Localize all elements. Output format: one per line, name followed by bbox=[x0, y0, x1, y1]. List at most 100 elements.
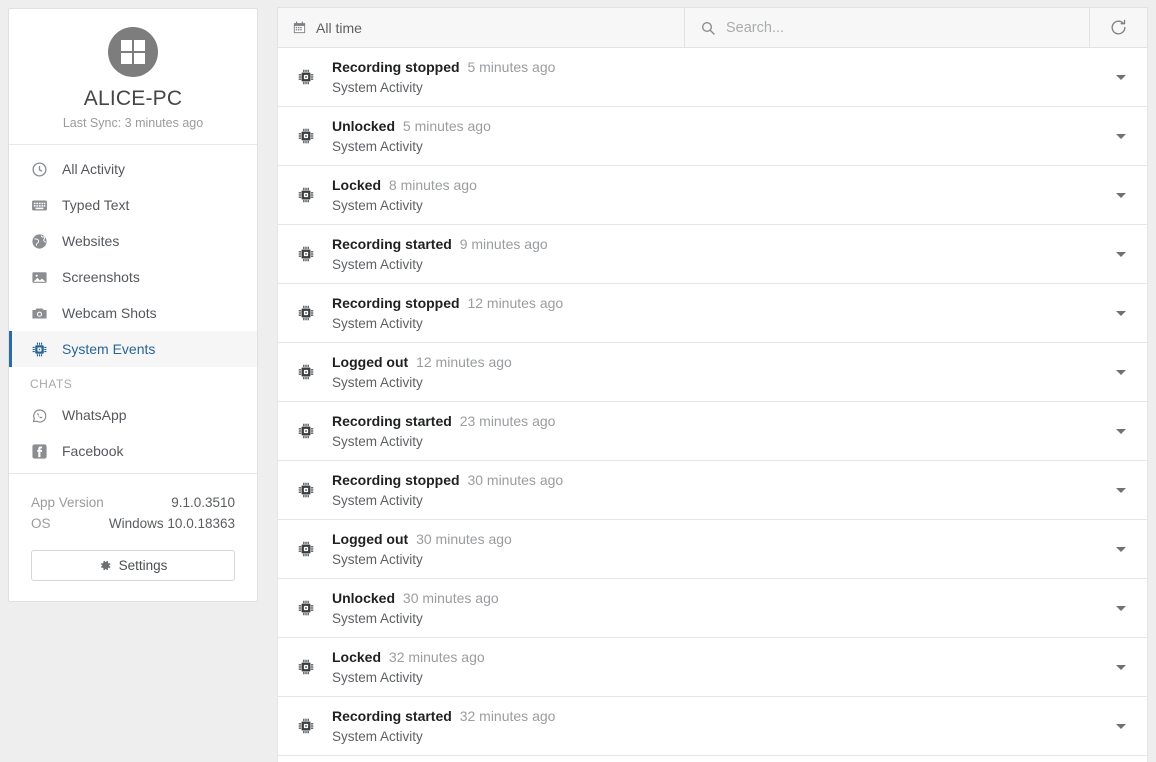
event-title: Recording started bbox=[332, 412, 452, 429]
event-time: 30 minutes ago bbox=[412, 530, 512, 547]
chevron-down-icon[interactable] bbox=[1111, 723, 1131, 729]
table-row[interactable] bbox=[277, 756, 1148, 762]
event-category: System Activity bbox=[332, 610, 423, 626]
event-headline: Recording started 32 minutes ago bbox=[332, 708, 555, 724]
refresh-button[interactable] bbox=[1090, 8, 1147, 47]
sidebar-item-typed-text[interactable]: Typed Text bbox=[9, 187, 257, 223]
sidebar-item-facebook[interactable]: Facebook bbox=[9, 433, 257, 469]
event-headline: Recording stopped 30 minutes ago bbox=[332, 472, 563, 488]
calendar-icon bbox=[292, 20, 307, 35]
event-time: 30 minutes ago bbox=[463, 471, 564, 488]
app-window: ALICE-PC Last Sync: 3 minutes ago All Ac… bbox=[0, 0, 1156, 762]
search-input[interactable] bbox=[726, 19, 1089, 36]
event-title: Recording stopped bbox=[332, 471, 460, 488]
date-filter-label: All time bbox=[316, 19, 362, 36]
event-title: Recording stopped bbox=[332, 58, 460, 75]
sidebar-item-all-activity[interactable]: All Activity bbox=[9, 151, 257, 187]
event-time: 5 minutes ago bbox=[399, 117, 491, 134]
search-container bbox=[685, 8, 1090, 47]
sidebar-item-label: Typed Text bbox=[62, 197, 130, 214]
event-time: 9 minutes ago bbox=[455, 235, 548, 252]
sidebar-item-system-events[interactable]: System Events bbox=[9, 331, 257, 368]
facebook-icon bbox=[30, 442, 48, 460]
sidebar-item-label: WhatsApp bbox=[62, 407, 127, 424]
event-list: Recording stopped 5 minutes ago System A… bbox=[277, 48, 1148, 762]
cpu-chip-icon bbox=[296, 245, 316, 263]
chevron-down-icon[interactable] bbox=[1111, 74, 1131, 80]
chevron-down-icon[interactable] bbox=[1111, 664, 1131, 670]
sidebar-item-whatsapp[interactable]: WhatsApp bbox=[9, 397, 257, 433]
event-category: System Activity bbox=[332, 728, 423, 744]
table-row[interactable]: Unlocked 5 minutes ago System Activity bbox=[277, 107, 1148, 166]
event-time: 12 minutes ago bbox=[412, 353, 512, 370]
chevron-down-icon[interactable] bbox=[1111, 251, 1131, 257]
cpu-chip-icon bbox=[296, 540, 316, 558]
table-row[interactable]: Recording stopped 5 minutes ago System A… bbox=[277, 48, 1148, 107]
event-category: System Activity bbox=[332, 138, 423, 154]
event-time: 5 minutes ago bbox=[463, 58, 556, 75]
table-row[interactable]: Unlocked 30 minutes ago System Activity bbox=[277, 579, 1148, 638]
device-name: ALICE-PC bbox=[83, 87, 183, 110]
date-filter-button[interactable]: All time bbox=[278, 8, 685, 47]
event-body: Recording stopped 30 minutes ago System … bbox=[332, 471, 1111, 510]
sidebar: ALICE-PC Last Sync: 3 minutes ago All Ac… bbox=[8, 8, 258, 603]
chevron-down-icon[interactable] bbox=[1111, 605, 1131, 611]
chevron-down-icon[interactable] bbox=[1111, 487, 1131, 493]
table-row[interactable]: Recording stopped 12 minutes ago System … bbox=[277, 284, 1148, 343]
gear-icon bbox=[99, 559, 112, 572]
event-headline: Logged out 12 minutes ago bbox=[332, 354, 512, 370]
cpu-chip-icon bbox=[30, 340, 48, 358]
event-category: System Activity bbox=[332, 492, 423, 508]
settings-button[interactable]: Settings bbox=[31, 550, 235, 582]
settings-button-label: Settings bbox=[118, 558, 168, 574]
event-body: Recording started 32 minutes ago System … bbox=[332, 707, 1111, 746]
table-row[interactable]: Locked 8 minutes ago System Activity bbox=[277, 166, 1148, 225]
sidebar-item-label: All Activity bbox=[62, 161, 126, 178]
event-category: System Activity bbox=[332, 669, 423, 685]
clock-icon bbox=[30, 160, 48, 178]
table-row[interactable]: Recording started 23 minutes ago System … bbox=[277, 402, 1148, 461]
event-title: Locked bbox=[332, 176, 382, 193]
event-time: 12 minutes ago bbox=[463, 294, 564, 311]
chevron-down-icon[interactable] bbox=[1111, 369, 1131, 375]
event-body: Recording stopped 12 minutes ago System … bbox=[332, 294, 1111, 333]
chevron-down-icon[interactable] bbox=[1111, 310, 1131, 316]
event-headline: Recording started 9 minutes ago bbox=[332, 236, 548, 252]
table-row[interactable]: Locked 32 minutes ago System Activity bbox=[277, 638, 1148, 697]
event-headline: Unlocked 5 minutes ago bbox=[332, 118, 491, 134]
event-body: Recording started 23 minutes ago System … bbox=[332, 412, 1111, 451]
sidebar-item-label: Websites bbox=[62, 233, 120, 250]
sidebar-item-webcam-shots[interactable]: Webcam Shots bbox=[9, 295, 257, 331]
sidebar-item-label: System Events bbox=[62, 341, 156, 358]
event-category: System Activity bbox=[332, 551, 423, 567]
info-value: Windows 10.0.18363 bbox=[108, 516, 235, 532]
camera-icon bbox=[30, 304, 48, 322]
table-row[interactable]: Recording stopped 30 minutes ago System … bbox=[277, 461, 1148, 520]
event-time: 23 minutes ago bbox=[455, 412, 556, 429]
chevron-down-icon[interactable] bbox=[1111, 192, 1131, 198]
table-row[interactable]: Logged out 12 minutes ago System Activit… bbox=[277, 343, 1148, 402]
sidebar-item-screenshots[interactable]: Screenshots bbox=[9, 259, 257, 295]
event-category: System Activity bbox=[332, 315, 423, 331]
chevron-down-icon[interactable] bbox=[1111, 428, 1131, 434]
info-value: 9.1.0.3510 bbox=[171, 495, 235, 511]
table-row[interactable]: Recording started 32 minutes ago System … bbox=[277, 697, 1148, 756]
whatsapp-icon bbox=[30, 406, 48, 424]
event-body: Unlocked 30 minutes ago System Activity bbox=[332, 589, 1111, 628]
event-title: Unlocked bbox=[332, 117, 396, 134]
chevron-down-icon[interactable] bbox=[1111, 546, 1131, 552]
chevron-down-icon[interactable] bbox=[1111, 133, 1131, 139]
cpu-chip-icon bbox=[296, 304, 316, 322]
table-row[interactable]: Logged out 30 minutes ago System Activit… bbox=[277, 520, 1148, 579]
event-time: 32 minutes ago bbox=[455, 707, 556, 724]
event-headline: Logged out 30 minutes ago bbox=[332, 531, 512, 547]
info-row-app-version: App Version 9.1.0.3510 bbox=[31, 492, 235, 513]
cpu-chip-icon bbox=[296, 658, 316, 676]
image-icon bbox=[30, 268, 48, 286]
sidebar-item-websites[interactable]: Websites bbox=[9, 223, 257, 259]
table-row[interactable]: Recording started 9 minutes ago System A… bbox=[277, 225, 1148, 284]
device-card: ALICE-PC Last Sync: 3 minutes ago bbox=[9, 9, 257, 146]
cpu-chip-icon bbox=[296, 363, 316, 381]
event-category: System Activity bbox=[332, 197, 423, 213]
windows-logo-icon bbox=[108, 27, 158, 77]
